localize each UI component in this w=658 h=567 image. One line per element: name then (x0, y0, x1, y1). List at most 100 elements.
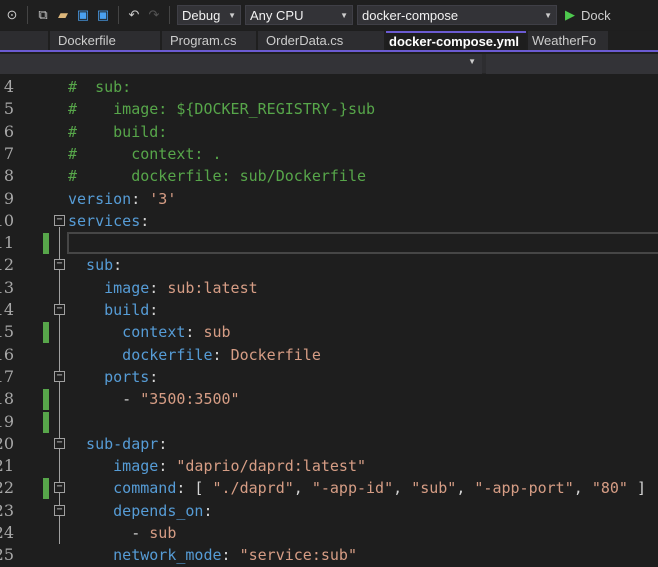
collapse-icon[interactable]: − (54, 214, 65, 226)
code-text: services: (68, 210, 149, 232)
code-line[interactable]: 22 − command: [ "./daprd", "-app-id", "su… (0, 477, 658, 500)
token-pun: , (456, 479, 475, 498)
token-key: services (68, 211, 141, 230)
scope-dropdown[interactable]: ▼ (0, 54, 482, 74)
chevron-down-icon: ▼ (228, 10, 236, 20)
token-pun: : (131, 189, 150, 208)
save-all-icon[interactable]: ▣ (95, 7, 111, 23)
collapse-icon[interactable]: − (54, 437, 65, 449)
code-text: # sub: (68, 76, 131, 98)
chevron-down-icon: ▼ (340, 10, 348, 20)
token-pun: : (149, 278, 168, 297)
run-button[interactable]: ▶ Dock (565, 7, 611, 23)
line-number: 16 (0, 344, 14, 364)
tab-weatherforecast[interactable]: WeatherFo (528, 31, 608, 50)
token-pun: : (149, 367, 159, 386)
collapse-icon[interactable]: − (54, 304, 65, 315)
document-tabs: Dockerfile Program.cs OrderData.cs docke… (0, 31, 658, 52)
code-line[interactable]: 24 - sub (0, 522, 658, 544)
token-key: build (68, 301, 150, 319)
navigation-bar: ▼ (0, 54, 658, 74)
code-line[interactable]: 5 # image: ${DOCKER_REGISTRY-}sub (0, 98, 658, 120)
token-val: Dockerfile (230, 345, 321, 364)
token-key: version (68, 189, 132, 208)
tab-hidden[interactable] (0, 31, 48, 50)
token-val: "-app-id" (311, 479, 394, 498)
tab-orderdata-cs[interactable]: OrderData.cs (258, 31, 384, 50)
code-editor[interactable]: 4 # sub: 5 # image: ${DOCKER_REGISTRY-}sub 6… (0, 76, 658, 566)
code-line[interactable]: 7 # context: . (0, 143, 658, 165)
line-number: 21 (0, 456, 14, 476)
code-line[interactable]: 25 network_mode: "service:sub" (0, 544, 658, 566)
collapse-icon[interactable]: − (54, 482, 65, 494)
collapse-icon[interactable]: − (54, 504, 65, 516)
back-icon[interactable]: ⊙ (4, 7, 20, 23)
token-key: image (68, 278, 150, 297)
configuration-value: Debug (182, 7, 221, 23)
code-line[interactable]: 23 − depends_on: (0, 500, 658, 522)
startup-project-select[interactable]: docker-compose ▼ (357, 5, 557, 25)
code-line[interactable]: 4 # sub: (0, 76, 658, 98)
code-line[interactable]: 17 − ports: (0, 366, 658, 388)
token-pun: : (185, 323, 204, 342)
code-text: depends_on: (68, 500, 212, 522)
code-line[interactable]: 21 image: "daprio/daprd:latest" (0, 455, 658, 477)
tab-docker-compose-yml[interactable]: docker-compose.yml⊹✕ (386, 31, 526, 50)
code-line[interactable]: 6 # build: (0, 121, 658, 143)
token-val: "daprio/daprd:latest" (176, 457, 367, 476)
line-number: 6 (3, 121, 14, 141)
code-line[interactable]: 18 - "3500:3500" (0, 388, 658, 411)
token-val: sub:latest (167, 278, 258, 297)
code-line[interactable]: 14 − build: (0, 299, 658, 321)
code-line[interactable]: 20 − sub-dapr: (0, 433, 658, 455)
token-pun: - (68, 524, 150, 542)
token-key: image (68, 457, 159, 476)
new-project-icon[interactable]: ⧉ (35, 7, 51, 23)
code-line[interactable]: 11 (0, 232, 658, 255)
code-text: build: (68, 299, 158, 321)
toolbar: ⊙ ⧉ ▰ ▣ ▣ ↶ ↷ Debug ▼ Any CPU ▼ docker-com… (0, 0, 658, 30)
line-number: 13 (0, 277, 14, 297)
token-pun: : (212, 345, 231, 364)
token-val: sub (149, 524, 177, 542)
code-text: # context: . (68, 143, 222, 165)
token-pun: : (158, 457, 177, 476)
code-line[interactable]: 10 −services: (0, 210, 658, 232)
separator (27, 6, 28, 24)
save-icon[interactable]: ▣ (75, 7, 91, 23)
code-line[interactable]: 16 dockerfile: Dockerfile (0, 344, 658, 366)
line-number: 5 (3, 99, 14, 119)
startup-project-value: docker-compose (362, 7, 459, 23)
code-line[interactable]: 8 # dockerfile: sub/Dockerfile (0, 165, 658, 187)
redo-icon[interactable]: ↷ (146, 7, 162, 23)
code-line[interactable]: 13 image: sub:latest (0, 277, 658, 299)
code-text: # image: ${DOCKER_REGISTRY-}sub (68, 98, 375, 120)
line-number: 20 (0, 433, 14, 453)
token-val: '3' (149, 189, 177, 208)
current-line-highlight (67, 232, 658, 255)
member-dropdown[interactable] (486, 54, 658, 74)
collapse-icon[interactable]: − (54, 370, 65, 382)
configuration-select[interactable]: Debug ▼ (177, 5, 241, 25)
tab-dockerfile[interactable]: Dockerfile (50, 31, 160, 50)
separator (169, 6, 170, 24)
token-val: sub (203, 323, 231, 342)
code-line[interactable]: 15 context: sub (0, 321, 658, 344)
tab-program-cs[interactable]: Program.cs (162, 31, 256, 50)
code-line[interactable]: 12 − sub: (0, 254, 658, 276)
token-pun: : (221, 546, 240, 565)
undo-icon[interactable]: ↶ (126, 7, 142, 23)
token-com: # dockerfile: sub/Dockerfile (68, 167, 367, 186)
tab-label: Program.cs (170, 33, 237, 48)
token-key: network_mode (68, 546, 222, 565)
token-val: "service:sub" (239, 546, 357, 565)
code-line[interactable]: 9 version: '3' (0, 188, 658, 210)
collapse-icon[interactable]: − (54, 259, 65, 271)
code-line[interactable]: 19 (0, 411, 658, 433)
open-folder-icon[interactable]: ▰ (55, 7, 71, 23)
code-text: sub-dapr: (68, 433, 167, 455)
platform-select[interactable]: Any CPU ▼ (245, 5, 353, 25)
line-number: 8 (3, 166, 14, 186)
change-marker (43, 411, 49, 433)
code-text: ports: (68, 366, 158, 388)
